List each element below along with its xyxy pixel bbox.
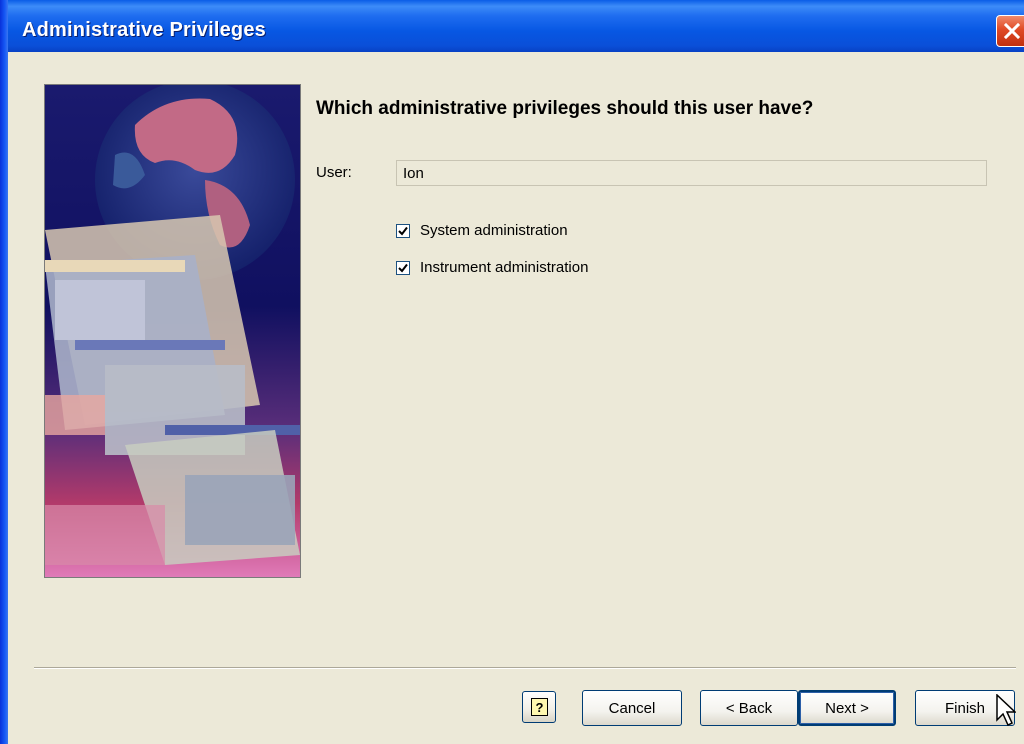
mouse-cursor-icon — [996, 694, 1016, 726]
checkmark-icon — [398, 226, 408, 236]
back-button[interactable]: < Back — [700, 690, 798, 726]
user-field: Ion — [396, 160, 987, 186]
instrument-administration-option[interactable]: Instrument administration — [396, 259, 588, 276]
window-title: Administrative Privileges — [22, 19, 266, 41]
instrument-administration-checkbox[interactable] — [396, 260, 410, 275]
help-button[interactable]: ? — [522, 691, 556, 723]
cancel-button[interactable]: Cancel — [582, 690, 682, 726]
wizard-window: Administrative Privileges Which administ… — [0, 0, 1024, 744]
checkmark-icon — [398, 263, 408, 273]
close-button[interactable] — [996, 15, 1024, 47]
instrument-administration-label: Instrument administration — [420, 259, 589, 276]
close-icon — [1004, 23, 1020, 39]
system-administration-option[interactable]: System administration — [396, 222, 568, 239]
title-bar[interactable]: Administrative Privileges — [8, 0, 1024, 52]
help-icon: ? — [531, 698, 548, 716]
system-administration-checkbox[interactable] — [396, 223, 410, 238]
user-label: User: — [316, 164, 352, 181]
next-button[interactable]: Next > — [798, 690, 896, 726]
page-heading: Which administrative privileges should t… — [316, 98, 814, 119]
system-administration-label: System administration — [420, 222, 568, 239]
footer-separator — [34, 667, 1016, 669]
wizard-illustration — [44, 84, 301, 578]
window-frame — [0, 0, 8, 744]
